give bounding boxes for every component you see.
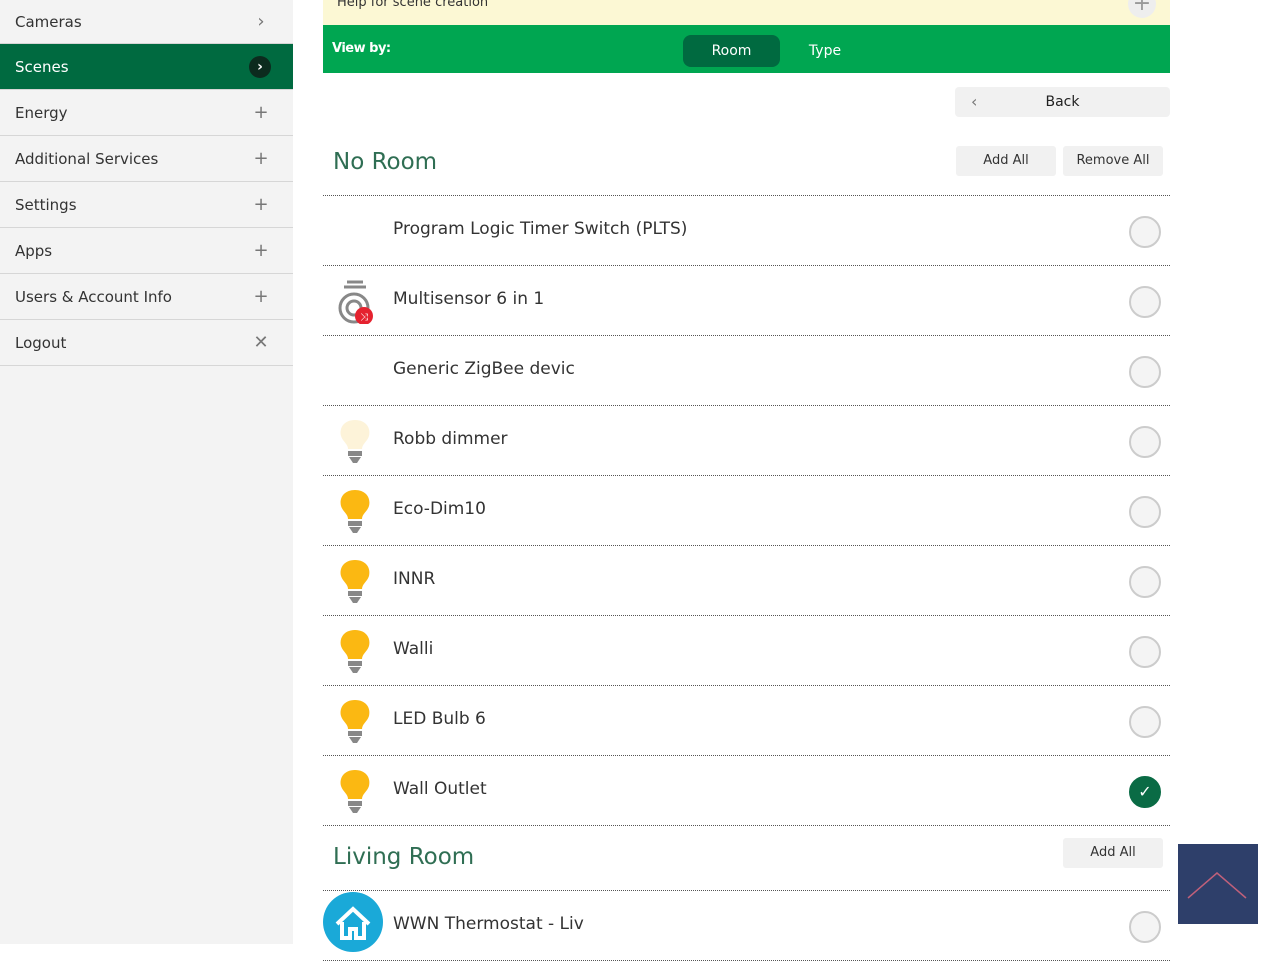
- device-name: Eco-Dim10: [393, 499, 486, 519]
- plus-icon: +: [253, 194, 269, 215]
- device-name: Wall Outlet: [393, 779, 487, 799]
- expand-help-plus-icon[interactable]: +: [1128, 0, 1156, 18]
- sidebar-item-label: Scenes: [15, 57, 69, 76]
- sidebar-item-label: Logout: [15, 333, 67, 352]
- sidebar-item-label: Additional Services: [15, 149, 159, 168]
- sidebar-item-label: Energy: [15, 103, 68, 122]
- select-radio[interactable]: [1129, 706, 1161, 738]
- sidebar-item-additional-services[interactable]: Additional Services +: [0, 136, 293, 182]
- bulb-on-icon: [335, 488, 375, 534]
- view-by-bar: View by: Room Type: [323, 25, 1170, 73]
- bulb-off-icon: [335, 418, 375, 464]
- device-row[interactable]: Robb dimmer: [323, 406, 1170, 476]
- sidebar-item-label: Users & Account Info: [15, 287, 172, 306]
- sidebar: Cameras › Scenes › Energy + Additional Service…: [0, 0, 293, 944]
- help-banner[interactable]: Help for scene creation +: [323, 0, 1170, 25]
- add-all-button[interactable]: Add All: [1063, 838, 1163, 868]
- device-row[interactable]: INNR: [323, 546, 1170, 616]
- scroll-to-top-button[interactable]: [1178, 844, 1258, 924]
- sidebar-item-label: Apps: [15, 241, 53, 260]
- check-icon: ✓: [1138, 782, 1152, 801]
- select-radio[interactable]: [1129, 426, 1161, 458]
- select-radio[interactable]: [1129, 911, 1161, 943]
- sidebar-item-settings[interactable]: Settings +: [0, 182, 293, 228]
- back-button[interactable]: ‹ Back: [955, 87, 1170, 117]
- chevron-right-icon: ›: [257, 11, 265, 32]
- sidebar-item-scenes[interactable]: Scenes ›: [0, 44, 293, 90]
- plus-icon: +: [253, 286, 269, 307]
- chevron-left-icon: ‹: [971, 92, 978, 111]
- device-row[interactable]: Walli: [323, 616, 1170, 686]
- thermostat-home-icon: [323, 892, 383, 952]
- device-name: Walli: [393, 639, 434, 659]
- sidebar-item-label: Settings: [15, 195, 77, 214]
- plus-icon: +: [253, 240, 269, 261]
- sidebar-item-users-account-info[interactable]: Users & Account Info +: [0, 274, 293, 320]
- device-name: Multisensor 6 in 1: [393, 289, 545, 309]
- chevron-up-icon: [1187, 872, 1247, 899]
- bulb-on-icon: [335, 698, 375, 744]
- sidebar-item-logout[interactable]: Logout ✕: [0, 320, 293, 366]
- device-row[interactable]: ⤨ Multisensor 6 in 1: [323, 266, 1170, 336]
- select-radio[interactable]: [1129, 286, 1161, 318]
- device-name: Generic ZigBee devic: [393, 359, 575, 379]
- device-row[interactable]: Eco-Dim10: [323, 476, 1170, 546]
- bulb-on-icon: [335, 768, 375, 814]
- room-title: Living Room: [333, 844, 475, 870]
- device-row[interactable]: Generic ZigBee devic: [323, 336, 1170, 406]
- view-by-room-tab[interactable]: Room: [683, 35, 780, 67]
- select-radio[interactable]: [1129, 636, 1161, 668]
- select-radio[interactable]: [1129, 216, 1161, 248]
- room-title: No Room: [333, 149, 438, 175]
- device-name: Robb dimmer: [393, 429, 508, 449]
- bulb-on-icon: [335, 628, 375, 674]
- view-by-type-tab[interactable]: Type: [793, 35, 857, 67]
- room-section-header: No Room Add All Remove All: [323, 130, 1170, 196]
- remove-all-button[interactable]: Remove All: [1063, 146, 1163, 176]
- device-name: WWN Thermostat - Liv: [393, 914, 584, 934]
- multisensor-icon: ⤨: [335, 278, 375, 325]
- device-row[interactable]: Program Logic Timer Switch (PLTS): [323, 196, 1170, 266]
- svg-text:⤨: ⤨: [360, 312, 368, 323]
- plus-icon: +: [253, 102, 269, 123]
- sidebar-item-label: Cameras: [15, 12, 82, 31]
- sidebar-item-apps[interactable]: Apps +: [0, 228, 293, 274]
- device-row[interactable]: WWN Thermostat - Liv: [323, 891, 1170, 961]
- device-name: LED Bulb 6: [393, 709, 486, 729]
- main-content: Help for scene creation + View by: Room …: [323, 0, 1170, 961]
- select-radio[interactable]: [1129, 566, 1161, 598]
- device-row[interactable]: LED Bulb 6: [323, 686, 1170, 756]
- select-radio[interactable]: [1129, 356, 1161, 388]
- device-row[interactable]: Wall Outlet ✓: [323, 756, 1170, 826]
- device-name: Program Logic Timer Switch (PLTS): [393, 219, 688, 239]
- sidebar-item-energy[interactable]: Energy +: [0, 90, 293, 136]
- device-name: INNR: [393, 569, 436, 589]
- select-radio[interactable]: [1129, 496, 1161, 528]
- bulb-on-icon: [335, 558, 375, 604]
- back-label: Back: [1045, 94, 1080, 110]
- chevron-right-icon: ›: [249, 55, 271, 78]
- sidebar-item-cameras[interactable]: Cameras ›: [0, 0, 293, 44]
- view-by-label: View by:: [332, 41, 391, 56]
- checked-radio[interactable]: ✓: [1129, 776, 1161, 808]
- help-text: Help for scene creation: [337, 0, 489, 10]
- close-icon: ✕: [253, 332, 269, 353]
- plus-icon: +: [253, 148, 269, 169]
- room-section-header: Living Room Add All: [323, 826, 1170, 891]
- add-all-button[interactable]: Add All: [956, 146, 1056, 176]
